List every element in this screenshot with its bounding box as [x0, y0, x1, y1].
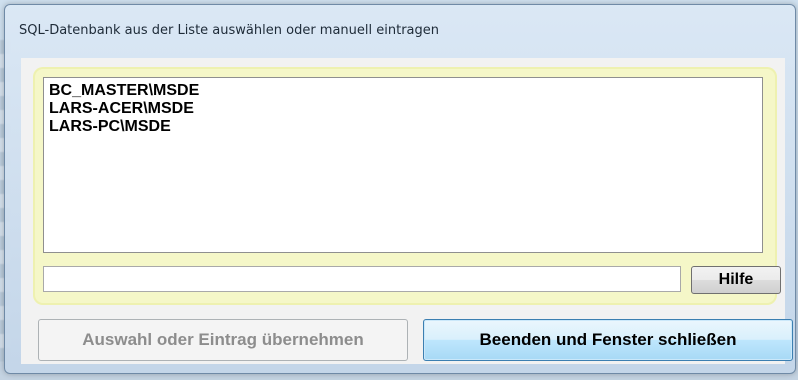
server-list-items: BC_MASTER\MSDE LARS-ACER\MSDE LARS-PC\MS…	[44, 78, 762, 136]
server-list-item[interactable]: BC_MASTER\MSDE	[44, 82, 762, 100]
server-listbox[interactable]: BC_MASTER\MSDE LARS-ACER\MSDE LARS-PC\MS…	[43, 77, 763, 253]
title-bar[interactable]: SQL-Datenbank aus der Liste auswählen od…	[5, 5, 795, 45]
server-list-item[interactable]: LARS-ACER\MSDE	[44, 100, 762, 118]
server-list-item[interactable]: LARS-PC\MSDE	[44, 118, 762, 136]
dialog-client-area: BC_MASTER\MSDE LARS-ACER\MSDE LARS-PC\MS…	[21, 58, 793, 364]
window-title: SQL-Datenbank aus der Liste auswählen od…	[19, 23, 439, 38]
help-button[interactable]: Hilfe	[691, 266, 781, 294]
manual-entry-input[interactable]	[43, 266, 681, 292]
apply-selection-button[interactable]: Auswahl oder Eintrag übernehmen	[38, 319, 408, 361]
close-window-button[interactable]: Beenden und Fenster schließen	[423, 319, 793, 361]
dialog-window: SQL-Datenbank aus der Liste auswählen od…	[4, 4, 796, 374]
